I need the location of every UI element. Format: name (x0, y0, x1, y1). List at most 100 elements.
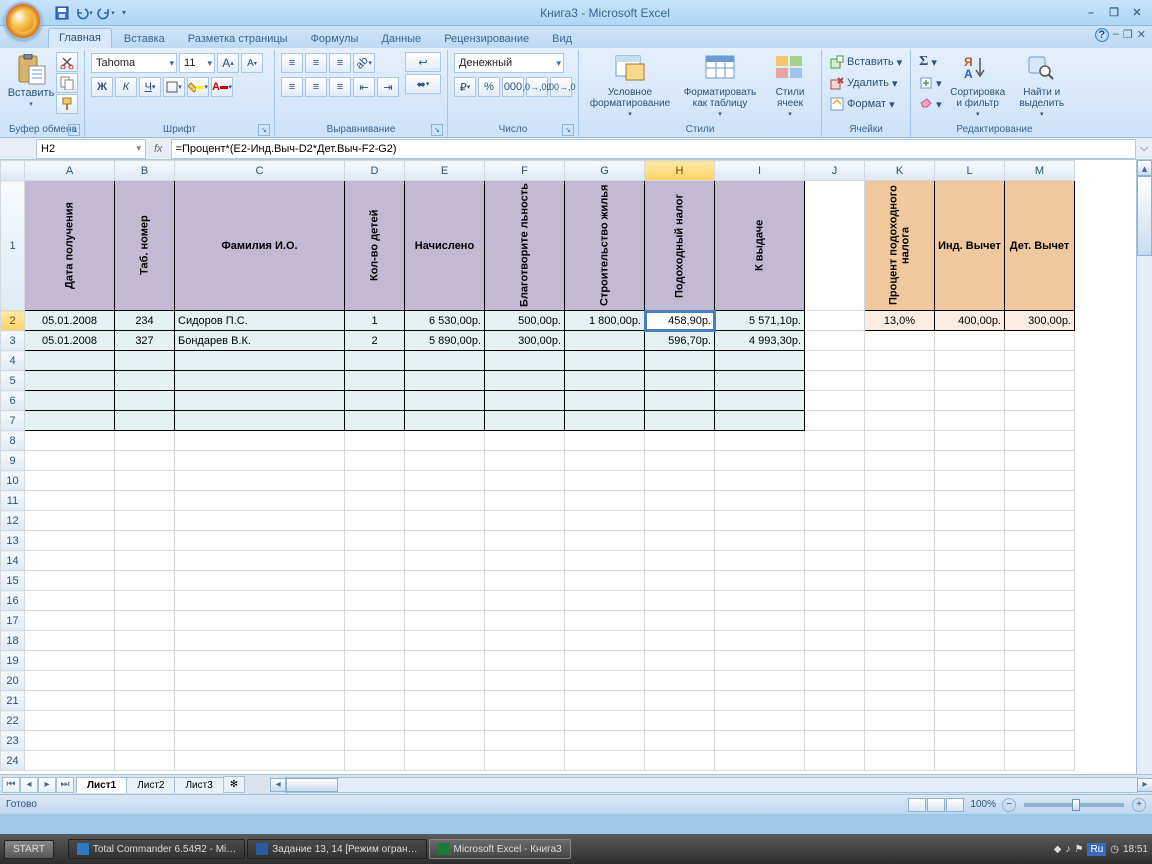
cell[interactable] (405, 511, 485, 531)
cell[interactable] (715, 631, 805, 651)
cell[interactable] (935, 471, 1005, 491)
tab-last-icon[interactable]: ⏭ (56, 777, 74, 793)
number-launcher[interactable]: ↘ (562, 124, 574, 136)
cell[interactable] (565, 651, 645, 671)
row-header-12[interactable]: 12 (1, 511, 25, 531)
cell[interactable] (175, 411, 345, 431)
clock[interactable]: 18:51 (1123, 844, 1148, 855)
cell[interactable] (1005, 371, 1075, 391)
cell[interactable] (25, 711, 115, 731)
cell[interactable] (1005, 431, 1075, 451)
sheet-tab[interactable]: Лист3 (174, 777, 223, 793)
font-name[interactable]: Tahoma (91, 53, 177, 73)
cell[interactable] (485, 471, 565, 491)
cell[interactable] (1005, 631, 1075, 651)
cell[interactable] (25, 431, 115, 451)
cell[interactable] (1005, 531, 1075, 551)
cell[interactable] (715, 691, 805, 711)
cell[interactable] (485, 571, 565, 591)
cell[interactable] (405, 431, 485, 451)
cell[interactable] (935, 491, 1005, 511)
cell[interactable] (405, 631, 485, 651)
cell[interactable] (175, 671, 345, 691)
cell[interactable] (115, 411, 175, 431)
align-left-button[interactable]: ≡ (281, 77, 303, 97)
cell[interactable] (715, 351, 805, 371)
cell[interactable] (865, 451, 935, 471)
row-header-24[interactable]: 24 (1, 751, 25, 771)
align-right-button[interactable]: ≡ (329, 77, 351, 97)
tray-icon[interactable]: ◷ (1110, 844, 1119, 855)
cell[interactable] (645, 551, 715, 571)
cell[interactable] (715, 411, 805, 431)
cell[interactable] (805, 311, 865, 331)
cell[interactable] (1005, 731, 1075, 751)
help-icon[interactable]: ? (1095, 28, 1109, 42)
cell[interactable] (115, 431, 175, 451)
alignment-launcher[interactable]: ↘ (431, 124, 443, 136)
cell[interactable] (645, 571, 715, 591)
cell[interactable] (115, 651, 175, 671)
cell[interactable] (405, 751, 485, 771)
zoom-in-button[interactable]: + (1132, 798, 1146, 812)
cell[interactable] (805, 391, 865, 411)
format-cells-button[interactable]: Формат ▾ (828, 94, 904, 114)
cell[interactable] (805, 371, 865, 391)
decrease-decimal-button[interactable]: ,00→,0 (550, 77, 572, 97)
cell[interactable] (1005, 551, 1075, 571)
col-header-C[interactable]: C (175, 161, 345, 181)
col-header-M[interactable]: M (1005, 161, 1075, 181)
cell[interactable] (645, 351, 715, 371)
cell[interactable] (175, 431, 345, 451)
cell[interactable] (645, 511, 715, 531)
horizontal-scrollbar[interactable]: ◂ ▸ (285, 777, 1138, 793)
cell[interactable] (865, 631, 935, 651)
header-cell[interactable]: Дата получения (25, 181, 115, 311)
cell[interactable] (1005, 471, 1075, 491)
fx-icon[interactable]: fx (154, 143, 163, 155)
cell[interactable] (115, 711, 175, 731)
cell[interactable] (865, 531, 935, 551)
format-painter-button[interactable] (56, 94, 78, 114)
cell[interactable] (405, 391, 485, 411)
cell[interactable] (935, 631, 1005, 651)
border-button[interactable]: ▾ (163, 77, 185, 97)
accounting-button[interactable]: ₽▾ (454, 77, 476, 97)
cell[interactable] (405, 491, 485, 511)
col-header-B[interactable]: B (115, 161, 175, 181)
sheet-tab[interactable]: Лист2 (126, 777, 175, 793)
cell[interactable] (715, 651, 805, 671)
cell[interactable] (865, 471, 935, 491)
cell[interactable] (935, 391, 1005, 411)
cell[interactable] (175, 531, 345, 551)
cell[interactable] (565, 631, 645, 651)
cell[interactable] (645, 491, 715, 511)
row-header-22[interactable]: 22 (1, 711, 25, 731)
cell[interactable] (25, 351, 115, 371)
cell[interactable] (345, 651, 405, 671)
cell[interactable] (345, 631, 405, 651)
cell[interactable] (715, 491, 805, 511)
cell[interactable] (565, 371, 645, 391)
normal-view-button[interactable] (908, 798, 926, 812)
cell-A3[interactable]: 05.01.2008 (25, 331, 115, 351)
vertical-scrollbar[interactable]: ▴ ▾ (1136, 160, 1152, 814)
cell[interactable] (485, 491, 565, 511)
cell-F2[interactable]: 500,00р. (485, 311, 565, 331)
cell[interactable] (485, 511, 565, 531)
cell[interactable] (405, 411, 485, 431)
cell[interactable] (715, 371, 805, 391)
formula-input[interactable]: =Процент*(E2-Инд.Выч-D2*Дет.Выч-F2-G2) (171, 139, 1136, 159)
row-header-3[interactable]: 3 (1, 331, 25, 351)
cell[interactable] (935, 751, 1005, 771)
cell[interactable] (865, 731, 935, 751)
cell[interactable] (405, 451, 485, 471)
cell[interactable] (485, 371, 565, 391)
cell[interactable] (115, 691, 175, 711)
save-icon[interactable] (52, 3, 72, 23)
cell-H3[interactable]: 596,70р. (645, 331, 715, 351)
redo-icon[interactable]: ▾ (96, 3, 116, 23)
cell[interactable] (175, 371, 345, 391)
cell[interactable] (345, 531, 405, 551)
tray-icon[interactable]: ◆ (1054, 844, 1062, 855)
